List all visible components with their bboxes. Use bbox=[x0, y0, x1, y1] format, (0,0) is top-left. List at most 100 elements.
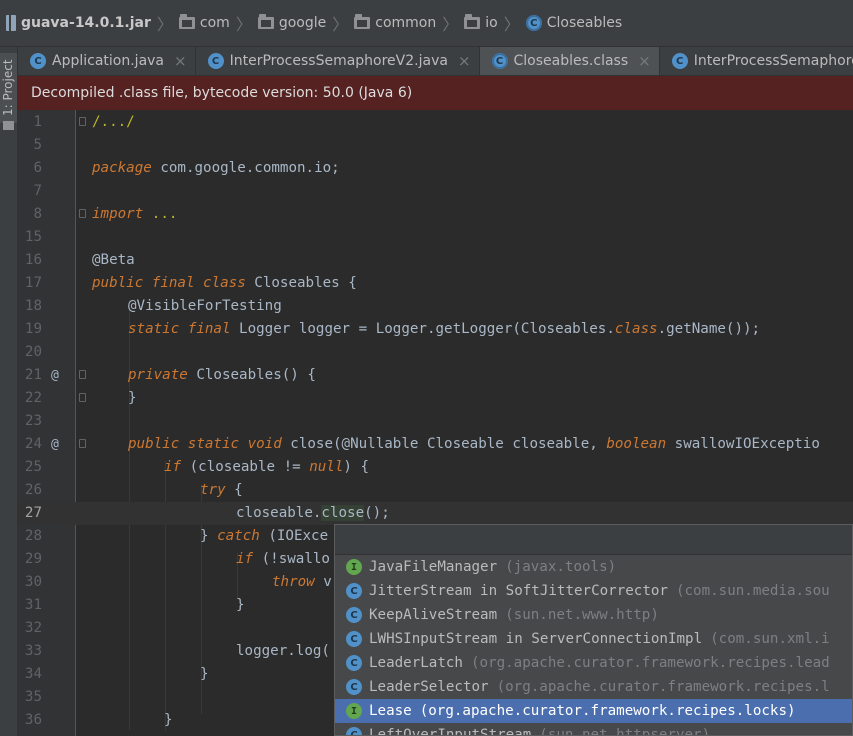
keyword: if bbox=[236, 551, 254, 567]
class-icon: C bbox=[346, 679, 362, 695]
fold-icon[interactable] bbox=[79, 209, 86, 218]
keyword: static final bbox=[128, 321, 231, 337]
breadcrumb: guava-14.0.1.jar 〉 com 〉 google 〉 common… bbox=[0, 0, 853, 47]
tab-application-java[interactable]: C Application.java × bbox=[18, 47, 196, 75]
close-icon[interactable]: × bbox=[638, 52, 651, 70]
annotation: @Beta bbox=[92, 252, 135, 268]
completion-item[interactable]: C LeftOverInputStream (sun.net.httpserver) bbox=[335, 723, 852, 736]
override-marker-icon[interactable]: @ bbox=[51, 433, 59, 456]
tab-interprocesssemaphoremutex-java[interactable]: C InterProcessSemaphoreMutex.java bbox=[660, 47, 853, 75]
folded-region[interactable]: ... bbox=[143, 206, 178, 222]
keyword: import bbox=[92, 206, 144, 222]
code-token: Closeable closeable, bbox=[418, 436, 607, 452]
completion-item-name: Lease bbox=[369, 703, 412, 719]
folder-icon bbox=[354, 14, 371, 29]
line-number: 16 bbox=[24, 252, 42, 268]
code-token: (closeable != bbox=[181, 459, 310, 475]
code-text: /.../ bbox=[92, 111, 135, 134]
completion-item[interactable]: C LeaderLatch (org.apache.curator.framewor… bbox=[335, 651, 852, 675]
class-icon: C bbox=[525, 15, 542, 31]
class-icon: C bbox=[30, 53, 46, 69]
tool-window-strip: 1: Project bbox=[0, 47, 18, 736]
annotation: @Nullable bbox=[341, 436, 419, 452]
code-line: 15 bbox=[18, 226, 853, 249]
line-number: 20 bbox=[24, 344, 42, 360]
completion-item[interactable]: C KeepAliveStream (sun.net.www.http) bbox=[335, 603, 852, 627]
fold-icon[interactable] bbox=[79, 439, 86, 448]
tab-label: InterProcessSemaphoreV2.java bbox=[229, 53, 448, 69]
code-line: 6 package com.google.common.io; bbox=[18, 157, 853, 180]
fold-icon[interactable] bbox=[79, 117, 86, 126]
completion-item-package: (sun.net.www.http) bbox=[505, 607, 659, 623]
code-token: } bbox=[164, 712, 173, 728]
class-icon: C bbox=[207, 53, 224, 69]
tab-interprocesssemaphorev2-java[interactable]: C InterProcessSemaphoreV2.java × bbox=[196, 47, 480, 75]
completion-item[interactable]: C JitterStream in SoftJitterCorrector (com… bbox=[335, 579, 852, 603]
line-number: 32 bbox=[24, 620, 42, 636]
close-icon[interactable]: × bbox=[458, 52, 471, 70]
code-text: public final class Closeables { bbox=[92, 272, 357, 295]
completion-icon-slot: C bbox=[335, 727, 369, 735]
completion-icon-slot: C bbox=[335, 679, 369, 695]
project-tool-button[interactable]: 1: Project bbox=[0, 53, 17, 130]
line-number: 23 bbox=[24, 413, 42, 429]
breadcrumb-file[interactable]: C Closeables bbox=[525, 15, 622, 31]
close-icon[interactable]: × bbox=[174, 52, 187, 70]
folded-region[interactable]: /.../ bbox=[92, 114, 135, 130]
breadcrumb-folder-google[interactable]: google bbox=[257, 14, 326, 31]
fold-icon[interactable] bbox=[79, 370, 86, 379]
completion-item[interactable]: C LeaderSelector (org.apache.curator.frame… bbox=[335, 675, 852, 699]
code-token: closeable. bbox=[236, 505, 322, 521]
fold-icon[interactable] bbox=[79, 393, 86, 402]
tab-label: InterProcessSemaphoreMutex.java bbox=[693, 53, 853, 69]
chevron-right-icon: 〉 bbox=[235, 15, 252, 34]
line-number: 36 bbox=[24, 712, 42, 728]
code-text: } bbox=[200, 663, 209, 686]
line-number: 30 bbox=[24, 574, 42, 590]
folder-icon bbox=[257, 14, 274, 29]
code-token: (IOExce bbox=[259, 528, 329, 544]
code-token: } bbox=[200, 528, 218, 544]
code-text: throw v bbox=[272, 571, 332, 594]
class-icon: C bbox=[346, 583, 362, 599]
line-number: 35 bbox=[24, 689, 42, 705]
code-token: ) { bbox=[343, 459, 370, 475]
class-icon: C bbox=[491, 53, 508, 69]
line-number: 21 bbox=[24, 367, 42, 383]
annotation: @VisibleForTesting bbox=[128, 298, 282, 314]
breadcrumb-folder-com[interactable]: com bbox=[178, 14, 230, 31]
code-token: } bbox=[128, 390, 137, 406]
breadcrumb-jar[interactable]: guava-14.0.1.jar bbox=[6, 15, 151, 31]
code-token: close( bbox=[281, 436, 342, 452]
completion-item[interactable]: I JavaFileManager (javax.tools) bbox=[335, 555, 852, 579]
chevron-right-icon: 〉 bbox=[156, 15, 173, 34]
code-line-current: 27 closeable.close(); bbox=[18, 502, 853, 525]
completion-item[interactable]: C LWHSInputStream in ServerConnectionImpl… bbox=[335, 627, 852, 651]
code-line: 23 bbox=[18, 410, 853, 433]
keyword: private bbox=[128, 367, 188, 383]
code-line: 21 @ private Closeables() { bbox=[18, 364, 853, 387]
class-icon: C bbox=[346, 607, 362, 623]
breadcrumb-folder-common[interactable]: common bbox=[354, 14, 437, 31]
completion-item-name: LeftOverInputStream bbox=[369, 727, 532, 736]
code-text: logger.log( bbox=[236, 640, 330, 663]
line-number: 26 bbox=[24, 482, 42, 498]
code-text: } bbox=[164, 709, 173, 732]
line-number: 29 bbox=[24, 551, 42, 567]
breadcrumb-folder-label: common bbox=[375, 15, 437, 31]
completion-item[interactable]: I Lease (org.apache.curator.framework.reci… bbox=[335, 699, 852, 723]
completion-item-package: (org.apache.curator.framework.recipes.le… bbox=[470, 655, 830, 671]
line-number: 8 bbox=[33, 206, 42, 222]
code-token: v bbox=[314, 574, 332, 590]
completion-icon-slot: I bbox=[335, 703, 369, 719]
line-number: 25 bbox=[24, 459, 42, 475]
breadcrumb-folder-io[interactable]: io bbox=[464, 14, 498, 31]
class-icon: C bbox=[346, 655, 362, 671]
code-text: public static void close(@Nullable Close… bbox=[128, 433, 820, 456]
code-token: { bbox=[225, 482, 243, 498]
code-token: } bbox=[200, 666, 209, 682]
tab-closeables-class[interactable]: C Closeables.class × bbox=[479, 47, 660, 75]
folder-icon bbox=[3, 121, 14, 130]
override-marker-icon[interactable]: @ bbox=[51, 364, 59, 387]
code-line: 5 bbox=[18, 134, 853, 157]
